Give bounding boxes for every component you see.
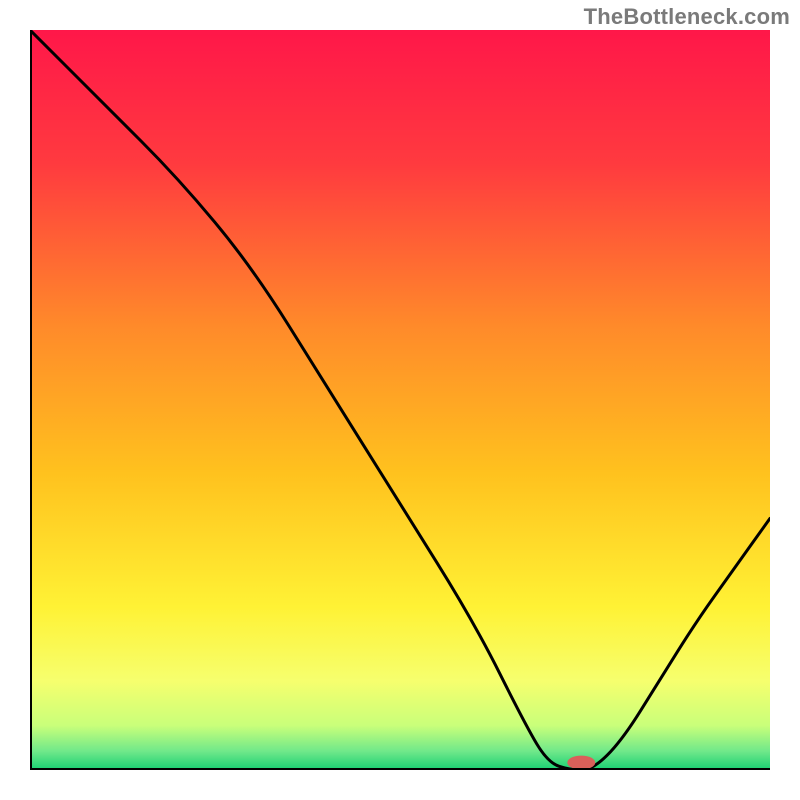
bottleneck-marker — [567, 756, 595, 770]
chart-container: TheBottleneck.com — [0, 0, 800, 800]
watermark-text: TheBottleneck.com — [584, 4, 790, 30]
chart-svg — [30, 30, 770, 770]
plot-area — [30, 30, 770, 770]
